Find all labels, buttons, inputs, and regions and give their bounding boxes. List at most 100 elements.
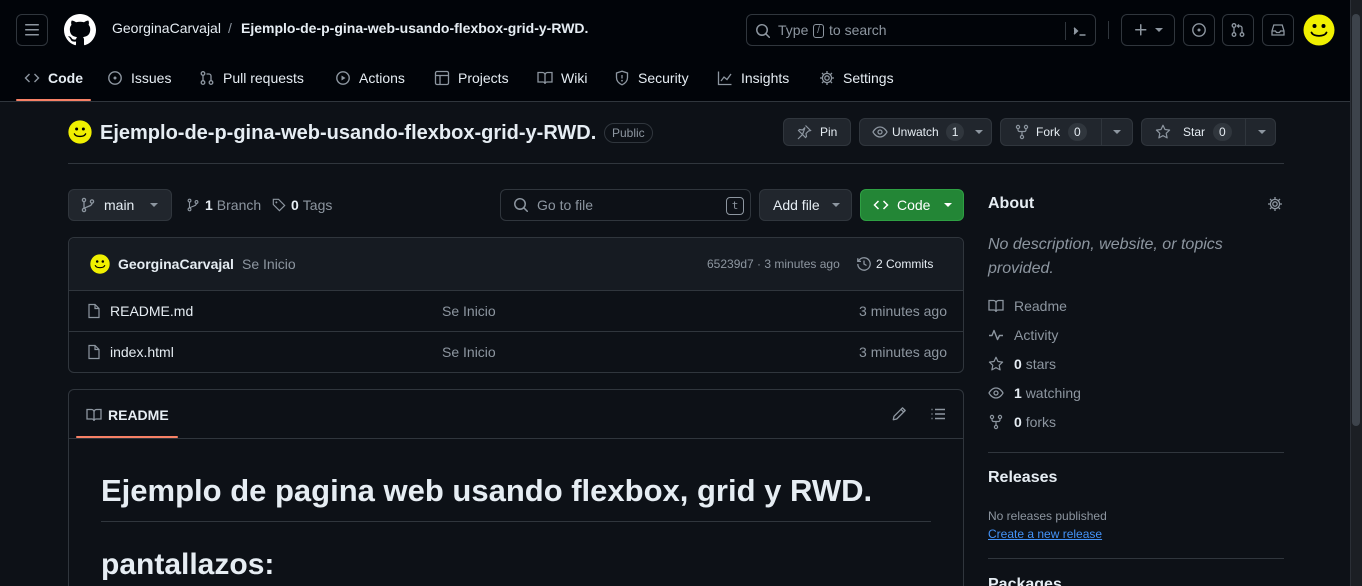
create-release-link[interactable]: Create a new release xyxy=(988,527,1102,541)
star-label: Star xyxy=(1183,125,1206,139)
tab-code[interactable]: Code xyxy=(24,62,83,94)
plus-icon xyxy=(1135,24,1147,36)
issue-icon xyxy=(108,71,122,85)
tab-security[interactable]: Security xyxy=(614,62,689,94)
pin-button[interactable]: Pin xyxy=(783,118,851,146)
gear-icon[interactable] xyxy=(1267,196,1283,212)
branch-select-button[interactable]: main xyxy=(68,189,172,221)
table-row[interactable]: README.md Se Inicio 3 minutes ago xyxy=(69,291,963,331)
tab-pull-requests[interactable]: Pull requests xyxy=(199,62,304,94)
smiley-avatar-icon xyxy=(1303,14,1335,46)
packages-title[interactable]: Packages xyxy=(988,576,1062,586)
pulse-icon xyxy=(989,329,1003,341)
branch-label: Branch xyxy=(216,197,262,213)
user-avatar[interactable] xyxy=(1303,14,1335,46)
header-divider xyxy=(1108,21,1109,39)
tab-settings[interactable]: Settings xyxy=(819,62,894,94)
breadcrumb-owner[interactable]: GeorginaCarvajal xyxy=(112,20,221,36)
command-palette-icon[interactable] xyxy=(1072,23,1088,39)
tags-link[interactable]: 0 Tags xyxy=(272,197,332,213)
stars-link[interactable]: 0 stars xyxy=(988,356,1056,372)
releases-title[interactable]: Releases xyxy=(988,469,1057,487)
breadcrumb-separator: / xyxy=(228,20,232,36)
create-new-button[interactable] xyxy=(1121,14,1175,46)
about-description: No description, website, or topics provi… xyxy=(988,236,1223,277)
unwatch-button[interactable]: Unwatch 1 xyxy=(859,118,992,146)
eye-icon xyxy=(872,126,888,138)
table-row[interactable]: index.html Se Inicio 3 minutes ago xyxy=(69,332,963,372)
github-logo-icon[interactable] xyxy=(64,14,96,46)
book-icon xyxy=(86,408,102,422)
go-to-file-input[interactable]: Go to file t xyxy=(500,189,751,221)
triangle-down-icon[interactable] xyxy=(1257,128,1266,136)
scrollbar-thumb[interactable] xyxy=(1352,14,1360,426)
issues-button[interactable] xyxy=(1183,14,1215,46)
pull-requests-button[interactable] xyxy=(1222,14,1254,46)
star-button[interactable]: Star 0 xyxy=(1141,118,1276,146)
commit-message[interactable]: Se Inicio xyxy=(242,256,296,272)
star-icon xyxy=(988,356,1004,371)
commit-author-avatar[interactable] xyxy=(90,254,110,274)
triangle-down-icon[interactable] xyxy=(1112,128,1121,136)
activity-link[interactable]: Activity xyxy=(988,327,1058,343)
file-commit-message[interactable]: Se Inicio xyxy=(442,344,496,360)
readme-link-label: Readme xyxy=(1014,298,1067,314)
file-commit-message[interactable]: Se Inicio xyxy=(442,303,496,319)
watch-count: 1 xyxy=(945,123,965,141)
watching-count: 1 xyxy=(1014,385,1022,401)
fork-count: 0 xyxy=(1068,123,1087,141)
breadcrumb-repo[interactable]: Ejemplo-de-p-gina-web-usando-flexbox-gri… xyxy=(241,20,588,36)
code-icon xyxy=(873,200,889,210)
file-icon xyxy=(88,303,100,319)
code-icon xyxy=(24,73,40,83)
tab-actions[interactable]: Actions xyxy=(335,62,405,94)
repo-owner-avatar xyxy=(68,120,92,144)
stars-label: stars xyxy=(1025,356,1057,372)
repo-title[interactable]: Ejemplo-de-p-gina-web-usando-flexbox-gri… xyxy=(100,122,596,145)
pull-request-icon xyxy=(200,71,214,85)
readme-link[interactable]: Readme xyxy=(988,298,1067,314)
fork-button[interactable]: Fork 0 xyxy=(1000,118,1133,146)
hamburger-menu-button[interactable] xyxy=(16,14,48,46)
branches-link[interactable]: 1 Branch xyxy=(186,197,261,213)
commits-count: 2 Commits xyxy=(876,257,934,271)
stars-count: 0 xyxy=(1014,356,1022,372)
branch-icon xyxy=(187,198,199,212)
inbox-button[interactable] xyxy=(1262,14,1294,46)
search-input[interactable]: Type / to search xyxy=(746,14,1096,46)
readme-heading-1: Ejemplo de pagina web usando flexbox, gr… xyxy=(101,473,873,508)
watching-link[interactable]: 1 watching xyxy=(988,385,1081,401)
commit-hash-time[interactable]: 65239d7 · 3 minutes ago xyxy=(707,257,840,271)
inbox-icon xyxy=(1271,24,1285,36)
search-placeholder-pre: Type xyxy=(778,22,809,38)
tab-projects[interactable]: Projects xyxy=(434,62,509,94)
book-icon xyxy=(988,299,1004,313)
triangle-down-icon xyxy=(944,203,953,207)
fork-divider xyxy=(1100,119,1102,145)
file-name[interactable]: README.md xyxy=(110,303,193,319)
file-name[interactable]: index.html xyxy=(110,344,174,360)
code-dropdown-button[interactable]: Code xyxy=(860,189,964,221)
readme-tab[interactable]: README xyxy=(86,407,169,423)
smiley-avatar-icon xyxy=(68,120,92,144)
search-divider xyxy=(1065,22,1066,40)
commits-link[interactable]: 2 Commits xyxy=(856,256,933,272)
triangle-down-icon xyxy=(1155,28,1163,32)
tab-wiki-label: Wiki xyxy=(561,70,588,86)
add-file-button[interactable]: Add file xyxy=(759,189,852,221)
tag-count: 0 xyxy=(291,197,299,213)
tab-wiki[interactable]: Wiki xyxy=(537,62,587,94)
forks-link[interactable]: 0 forks xyxy=(988,414,1056,430)
fork-icon xyxy=(1015,124,1029,140)
commit-author[interactable]: GeorginaCarvajal xyxy=(118,256,234,272)
visibility-badge: Public xyxy=(604,123,653,143)
star-divider xyxy=(1244,119,1246,145)
list-unordered-icon[interactable] xyxy=(930,406,946,422)
tab-issues[interactable]: Issues xyxy=(107,62,171,94)
menu-icon xyxy=(25,24,39,36)
tab-insights[interactable]: Insights xyxy=(717,62,789,94)
pencil-icon[interactable] xyxy=(891,406,907,422)
search-placeholder-post: to search xyxy=(829,22,887,38)
gear-icon xyxy=(820,71,834,85)
watching-label: watching xyxy=(1025,385,1081,401)
